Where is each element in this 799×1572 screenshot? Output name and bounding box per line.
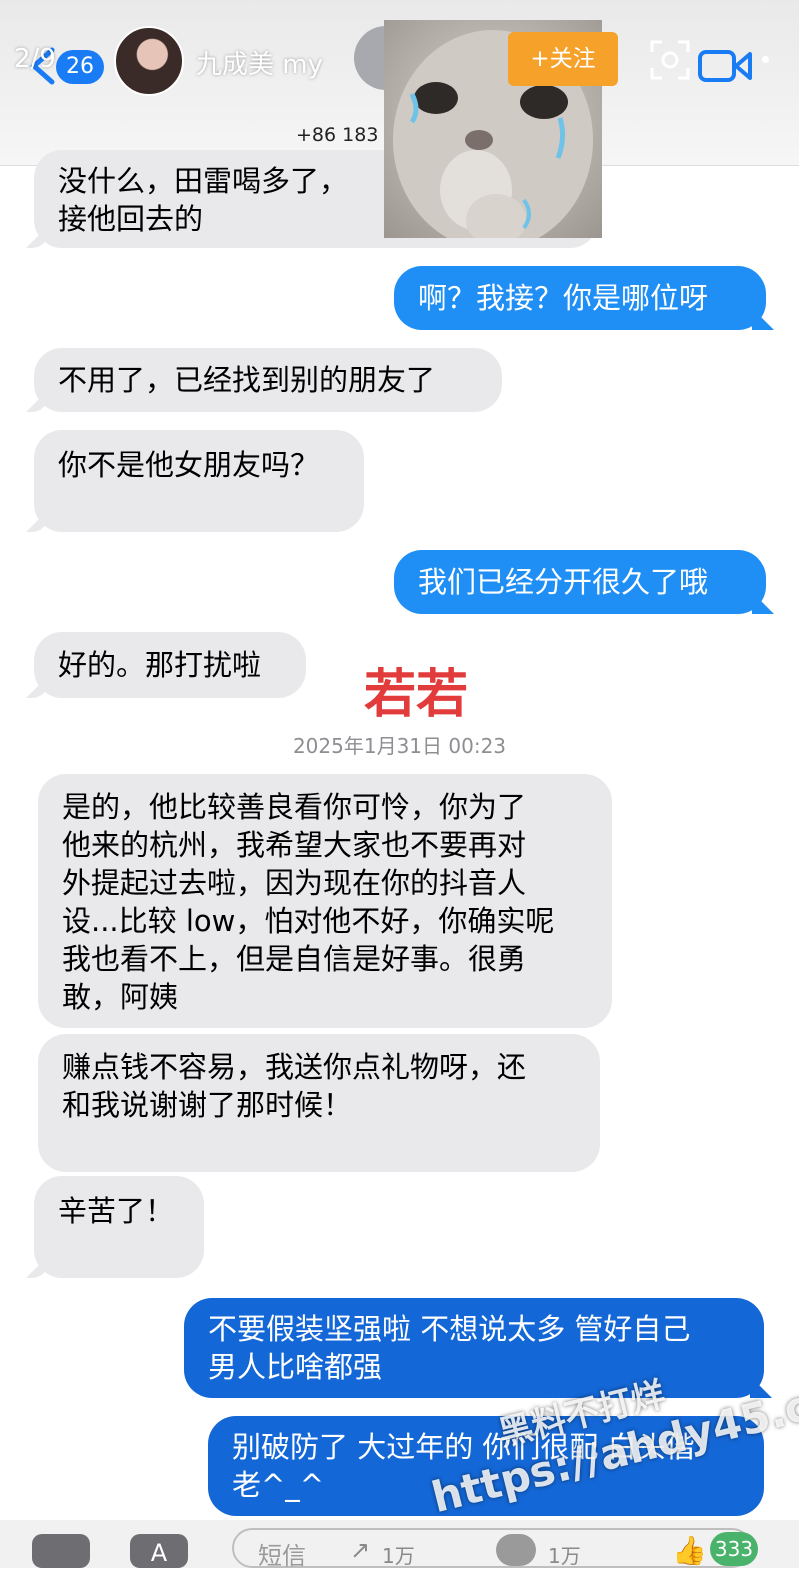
username[interactable]: 九成美 my — [196, 44, 323, 81]
message-line: 不用了，已经找到别的朋友了 — [58, 363, 436, 397]
share-icon[interactable]: ↗ — [350, 1536, 370, 1564]
appstore-icon[interactable]: A — [130, 1534, 188, 1568]
message-incoming[interactable]: 不用了，已经找到别的朋友了 — [34, 348, 502, 412]
message-line: 和我说谢谢了那时候！ — [62, 1088, 353, 1122]
message-line: 是的，他比较善良看你可怜，你为了 — [62, 790, 527, 824]
like-count: 333 — [710, 1532, 758, 1566]
overlay-name: 若若 — [364, 665, 469, 725]
sms-input[interactable]: 短信 ↗ 1万 1万 👍 333 — [232, 1528, 758, 1570]
message-line: 我也看不上，但是自信是好事。很勇 — [62, 942, 527, 976]
message-line: 好的。那打扰啦 — [58, 648, 262, 682]
message-line: 设...比较 low，怕对他不好，你确实呢 — [62, 904, 555, 938]
message-line: 你不是他女朋友吗？ — [58, 448, 320, 482]
message-incoming[interactable]: 辛苦了！ — [34, 1176, 204, 1278]
follow-button[interactable]: +关注 — [508, 32, 618, 86]
message-line: 我们已经分开很久了哦 — [418, 565, 709, 599]
message-incoming[interactable]: 是的，他比较善良看你可怜，你为了 他来的杭州，我希望大家也不要再对 外提起过去啦… — [38, 774, 612, 1028]
message-line: 外提起过去啦，因为现在你的抖音人 — [62, 866, 527, 900]
message-incoming[interactable]: 你不是他女朋友吗？ — [34, 430, 364, 532]
message-line: 他来的杭州，我希望大家也不要再对 — [62, 828, 527, 862]
message-incoming[interactable]: 好的。那打扰啦 — [34, 632, 306, 698]
video-call-icon[interactable] — [698, 48, 752, 84]
sms-placeholder: 短信 — [258, 1542, 306, 1570]
more-dot-icon[interactable] — [762, 56, 769, 63]
bottom-bar: A 短信 ↗ 1万 1万 👍 333 — [0, 1520, 799, 1570]
message-line: 啊？我接？你是哪位呀 — [418, 281, 709, 315]
message-incoming[interactable]: 赚点钱不容易，我送你点礼物呀，还 和我说谢谢了那时候！ — [38, 1034, 600, 1172]
message-line: 不要假装坚强啦 不想说太多 管好自己 — [208, 1312, 691, 1346]
camera-icon[interactable] — [32, 1534, 90, 1568]
timestamp: 2025年1月31日 00:23 — [292, 734, 507, 758]
comment-count: 1万 — [548, 1544, 581, 1568]
message-line: 辛苦了！ — [58, 1194, 175, 1228]
message-outgoing[interactable]: 我们已经分开很久了哦 — [394, 550, 766, 614]
comment-icon[interactable] — [496, 1534, 536, 1566]
message-line: 敢，阿姨 — [62, 980, 179, 1014]
scan-icon[interactable] — [650, 40, 690, 80]
page-counter: 2/9 — [14, 44, 56, 74]
share-count: 1万 — [382, 1544, 415, 1568]
like-icon[interactable]: 👍 — [672, 1534, 707, 1567]
unread-badge: 26 — [56, 50, 104, 84]
message-line: 赚点钱不容易，我送你点礼物呀，还 — [62, 1050, 527, 1084]
message-outgoing[interactable]: 啊？我接？你是哪位呀 — [394, 266, 766, 330]
phone-number[interactable]: +86 183 — [296, 124, 378, 146]
avatar[interactable] — [114, 26, 184, 96]
